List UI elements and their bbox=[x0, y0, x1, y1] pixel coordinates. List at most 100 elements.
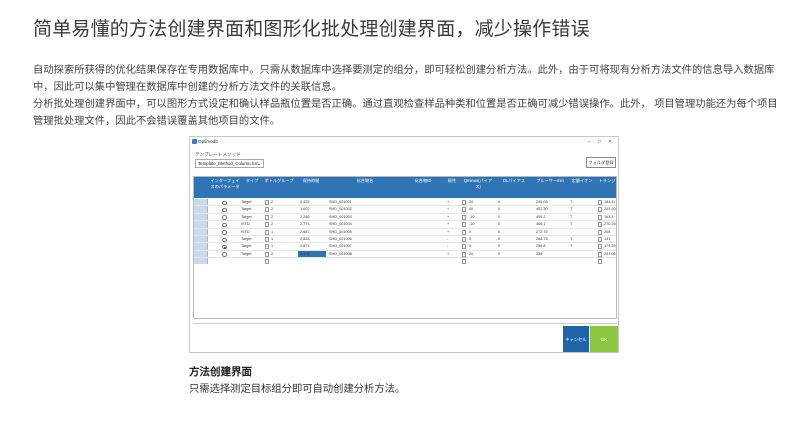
group-spinner[interactable] bbox=[265, 251, 269, 257]
cell-retention-time: 1.002 bbox=[300, 207, 310, 212]
select-radio[interactable] bbox=[222, 252, 227, 257]
table-row[interactable]: Target 2 3.624 SHD_001008 +20 0 336 247.05 bbox=[194, 250, 616, 259]
template-select[interactable]: Template_Method_Column.lcm ⌄ bbox=[195, 159, 264, 168]
window-titlebar: Optimodb – □ ✕ bbox=[190, 137, 618, 146]
col-header-precursor[interactable]: プルーサーmin bbox=[534, 178, 566, 184]
transition-spinner[interactable] bbox=[598, 237, 602, 242]
cell-compound-name: SHD_001007 bbox=[329, 244, 352, 249]
col-header-q[interactable]: Qminus(パイアス) bbox=[462, 178, 494, 190]
group-spinner[interactable] bbox=[265, 214, 269, 220]
paragraph-2: 分析批处理创建界面中，可以图形方式设定和确认样品瓶位置是否正确。通过直观检查样品… bbox=[33, 98, 778, 127]
cancel-button[interactable]: キャンセル bbox=[563, 326, 589, 352]
col-header-transition[interactable]: トランジ bbox=[598, 178, 616, 184]
cell-type: Target bbox=[241, 207, 252, 212]
group-spinner[interactable] bbox=[265, 237, 269, 242]
select-radio[interactable] bbox=[222, 215, 227, 220]
row-header[interactable] bbox=[194, 228, 208, 235]
q-spinner[interactable] bbox=[462, 237, 466, 242]
window-footer bbox=[193, 323, 617, 351]
cell-retention-time: 2.774 bbox=[300, 222, 310, 227]
col-header-group[interactable]: ボトルグループ bbox=[264, 178, 294, 184]
col-header-dl[interactable]: DLパイアス bbox=[496, 178, 532, 184]
new-row-spinner[interactable] bbox=[462, 259, 466, 265]
cell-group: 1 bbox=[271, 229, 274, 234]
minimize-icon[interactable]: – bbox=[588, 138, 591, 147]
select-radio[interactable] bbox=[222, 200, 227, 205]
new-row-spinner[interactable] bbox=[265, 259, 269, 265]
row-header[interactable] bbox=[194, 243, 208, 250]
table-row[interactable]: Target 2 1.002 SHD_001002 +40 0 452.30 T 203.20 bbox=[194, 206, 616, 214]
page-heading: 简单易懂的方法创建界面和图形化批处理创建界面，减少操作错误 bbox=[33, 18, 590, 40]
table-row[interactable]: ISTD 2 2.774 SHD_001004 + -10 0 466.1 T 270.25 bbox=[194, 221, 616, 229]
cell-transition: 203.20 bbox=[604, 207, 616, 212]
transition-spinner[interactable] bbox=[598, 214, 602, 220]
row-header[interactable] bbox=[194, 199, 208, 206]
new-row[interactable] bbox=[194, 258, 616, 265]
transition-spinner[interactable] bbox=[598, 229, 602, 235]
col-header-rt[interactable]: 保持時間 bbox=[296, 178, 326, 184]
new-row-spinner[interactable] bbox=[598, 259, 602, 265]
col-header-name[interactable]: 化合物名 bbox=[327, 178, 403, 184]
cell-precursor: 268.75 bbox=[536, 237, 548, 241]
maximize-icon[interactable]: □ bbox=[598, 138, 601, 147]
cell-type: ISTD bbox=[241, 229, 250, 234]
cell-group: 2 bbox=[271, 251, 274, 256]
cell-group: 1 bbox=[271, 237, 274, 241]
col-header-quant[interactable]: 定量イオン bbox=[568, 178, 596, 184]
cell-polarity: + bbox=[447, 200, 450, 204]
transition-spinner[interactable] bbox=[598, 244, 602, 250]
group-spinner[interactable] bbox=[265, 222, 269, 228]
table-row[interactable]: Target 1 2.828 SHD_001006 - 0 0 268.75 T 131 bbox=[194, 236, 616, 244]
table-row[interactable]: Target 2 2.246 SHD_001003 + -10 0 455.2 T 163.1 bbox=[194, 213, 616, 222]
q-spinner[interactable] bbox=[462, 207, 466, 213]
cell-precursor: 455.2 bbox=[536, 214, 546, 219]
cell-retention-time: 2.246 bbox=[300, 214, 310, 219]
select-radio[interactable] bbox=[222, 237, 227, 242]
q-spinner[interactable] bbox=[462, 222, 466, 228]
q-spinner[interactable] bbox=[462, 214, 466, 220]
cell-q: -10 bbox=[469, 214, 475, 219]
select-radio[interactable] bbox=[222, 230, 227, 235]
table-row[interactable]: ISTD 1 2.687 SHD_001005 +0 0 272.75 208 bbox=[194, 228, 616, 236]
table-row[interactable]: Target 2 0.425 SHD_001001 +20 0 249.05 T 184.11 bbox=[194, 199, 616, 207]
q-spinner[interactable] bbox=[462, 200, 466, 205]
row-header[interactable] bbox=[194, 213, 208, 221]
compound-table: インターフェイスのパラメータ タイプ ボトルグループ 保持時間 化合物名 化合物… bbox=[193, 176, 617, 319]
cell-dl: 0 bbox=[498, 229, 501, 234]
row-header[interactable] bbox=[194, 206, 208, 213]
col-header-polarity[interactable]: 極性 bbox=[443, 178, 461, 184]
group-spinner[interactable] bbox=[265, 244, 269, 250]
col-header-id[interactable]: 化合物ID bbox=[403, 178, 443, 184]
q-spinner[interactable] bbox=[462, 251, 466, 257]
col-header-interface[interactable]: インターフェイスのパラメータ bbox=[209, 178, 241, 190]
table-row[interactable]: Target 1 2.871 SHD_001007 - 0 0 256.8 T 174.25 bbox=[194, 243, 616, 251]
group-spinner[interactable] bbox=[265, 207, 269, 213]
row-header[interactable] bbox=[194, 236, 208, 243]
close-icon[interactable]: ✕ bbox=[608, 138, 612, 147]
intro-text: 自动探索所获得的优化结果保存在专用数据库中。只需从数据库中选择要测定的组分，即可… bbox=[33, 62, 778, 130]
cell-compound-name: SHD_001005 bbox=[329, 229, 352, 234]
q-spinner[interactable] bbox=[462, 229, 466, 235]
cell-dl: 0 bbox=[498, 207, 501, 212]
select-radio[interactable] bbox=[222, 207, 227, 213]
group-spinner[interactable] bbox=[265, 200, 269, 205]
col-header-type[interactable]: タイプ bbox=[241, 178, 263, 184]
transition-spinner[interactable] bbox=[598, 200, 602, 205]
row-header[interactable] bbox=[194, 250, 208, 258]
cell-polarity: + bbox=[447, 222, 450, 227]
transition-spinner[interactable] bbox=[598, 207, 602, 213]
cell-q: 20 bbox=[469, 251, 474, 256]
ok-button[interactable]: OK bbox=[590, 326, 618, 352]
cell-q: 40 bbox=[469, 207, 474, 212]
row-header[interactable] bbox=[194, 221, 208, 228]
row-header[interactable] bbox=[194, 258, 208, 265]
folder-register-button[interactable]: フォルダ登録 bbox=[586, 157, 616, 168]
cell-type: Target bbox=[241, 214, 252, 219]
transition-spinner[interactable] bbox=[598, 251, 602, 257]
select-radio[interactable] bbox=[222, 222, 227, 228]
q-spinner[interactable] bbox=[462, 244, 466, 250]
select-radio[interactable] bbox=[222, 244, 227, 250]
cell-dl: 0 bbox=[498, 244, 501, 249]
group-spinner[interactable] bbox=[265, 229, 269, 235]
transition-spinner[interactable] bbox=[598, 222, 602, 228]
